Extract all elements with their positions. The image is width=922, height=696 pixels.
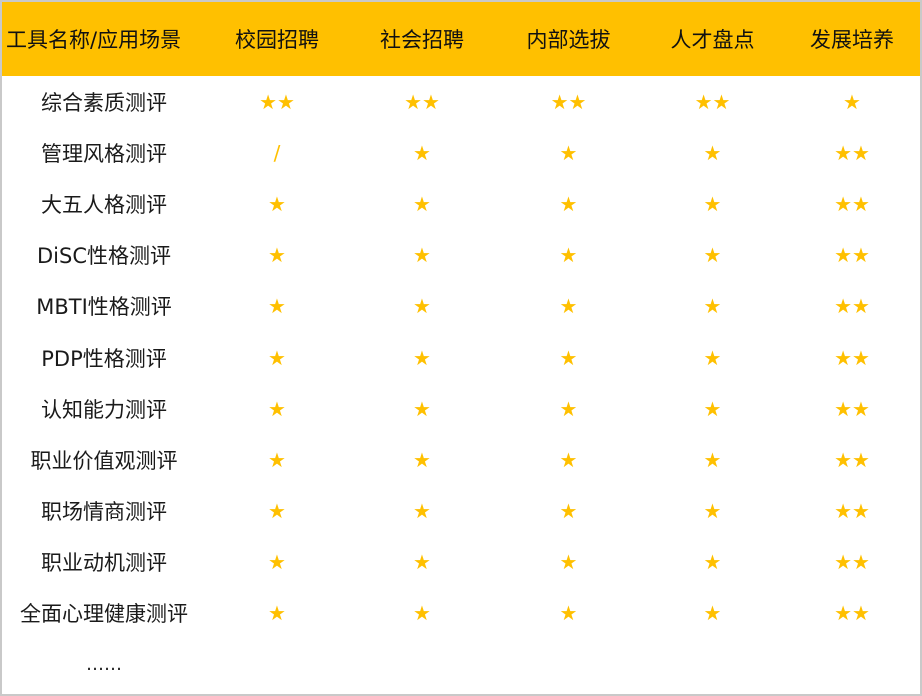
header-social-recruiting: 社会招聘: [380, 28, 464, 52]
rating-internal: ★: [559, 191, 578, 216]
table-header: 工具名称/应用场景 校园招聘 社会招聘 内部选拔 人才盘点 发展培养: [2, 2, 920, 76]
table-row: 大五人格测评 ★ ★ ★ ★ ★★: [2, 178, 920, 229]
rating-talent-review: ★: [703, 601, 722, 626]
table-body: 综合素质测评 ★★ ★★ ★★ ★★ ★ 管理风格测评 / ★ ★ ★ ★★ 大…: [2, 76, 920, 690]
rating-internal: ★: [559, 243, 578, 268]
rating-internal: ★: [559, 550, 578, 575]
tool-name: 职业价值观测评: [30, 448, 178, 473]
tool-name: 全面心理健康测评: [20, 602, 188, 627]
header-talent-review: 人才盘点: [670, 28, 755, 52]
table-row: 认知能力测评 ★ ★ ★ ★ ★★: [2, 383, 920, 434]
rating-talent-review: ★: [703, 550, 722, 575]
rating-social: ★: [413, 191, 431, 216]
rating-talent-review: ★: [703, 345, 722, 370]
table-row: PDP性格测评 ★ ★ ★ ★ ★★: [2, 332, 920, 383]
rating-talent-review: ★: [703, 140, 722, 165]
rating-development: ★★: [834, 140, 870, 165]
rating-internal: ★: [559, 601, 578, 626]
rating-talent-review: ★: [703, 396, 722, 421]
table-row: 职业价值观测评 ★ ★ ★ ★ ★★: [2, 434, 920, 485]
rating-development: ★★: [834, 447, 870, 472]
more-ellipsis: ……: [86, 654, 122, 676]
rating-social: ★: [413, 550, 431, 575]
rating-talent-review: ★: [703, 499, 722, 524]
rating-internal: ★: [559, 294, 578, 319]
rating-social: ★: [413, 499, 431, 524]
rating-development: ★★: [834, 294, 870, 319]
tool-name: 认知能力测评: [41, 397, 167, 422]
rating-social: ★: [413, 140, 431, 165]
rating-campus: ★: [268, 191, 286, 216]
tool-name: 大五人格测评: [41, 192, 167, 217]
rating-campus: ★: [268, 447, 286, 472]
rating-campus: ★: [268, 345, 286, 370]
assessment-table-frame: 工具名称/应用场景 校园招聘 社会招聘 内部选拔 人才盘点 发展培养 综合素质测…: [0, 0, 922, 696]
rating-social: ★: [413, 447, 431, 472]
rating-campus: ★: [268, 396, 286, 421]
rating-internal: ★: [559, 499, 578, 524]
rating-internal: ★: [559, 396, 578, 421]
tool-name: PDP性格测评: [41, 346, 167, 371]
header-tool-scenario: 工具名称/应用场景: [6, 28, 182, 52]
tool-name: DiSC性格测评: [37, 244, 171, 269]
rating-campus: /: [273, 140, 281, 165]
table-row: 综合素质测评 ★★ ★★ ★★ ★★ ★: [2, 76, 920, 127]
rating-development: ★★: [834, 396, 870, 421]
rating-internal: ★: [559, 345, 578, 370]
table-row: DiSC性格测评 ★ ★ ★ ★ ★★: [2, 230, 920, 281]
header-campus-recruiting: 校园招聘: [235, 28, 319, 52]
rating-development: ★★: [834, 191, 870, 216]
rating-campus: ★: [268, 243, 286, 268]
rating-talent-review: ★: [703, 294, 722, 319]
rating-talent-review: ★★: [694, 89, 731, 114]
table-row: 管理风格测评 / ★ ★ ★ ★★: [2, 127, 920, 178]
rating-talent-review: ★: [703, 243, 722, 268]
rating-campus: ★: [268, 601, 286, 626]
rating-talent-review: ★: [703, 447, 722, 472]
rating-talent-review: ★: [703, 191, 722, 216]
rating-development: ★★: [834, 345, 870, 370]
rating-social: ★: [413, 294, 431, 319]
tool-name: 管理风格测评: [41, 141, 167, 166]
rating-internal: ★: [559, 447, 578, 472]
header-development-training: 发展培养: [810, 28, 894, 52]
rating-social: ★: [413, 345, 431, 370]
more-row: ……: [2, 639, 920, 690]
rating-campus: ★: [268, 499, 286, 524]
rating-campus: ★: [268, 550, 286, 575]
rating-internal: ★: [559, 140, 578, 165]
tool-name: 综合素质测评: [41, 90, 167, 115]
rating-social: ★★: [404, 89, 440, 114]
rating-development: ★: [843, 89, 861, 114]
tool-name: MBTI性格测评: [36, 295, 172, 320]
rating-development: ★★: [834, 243, 870, 268]
table-row: 职场情商测评 ★ ★ ★ ★ ★★: [2, 486, 920, 537]
header-row: 工具名称/应用场景 校园招聘 社会招聘 内部选拔 人才盘点 发展培养: [2, 2, 920, 76]
table-row: 职业动机测评 ★ ★ ★ ★ ★★: [2, 537, 920, 588]
rating-campus: ★: [268, 294, 286, 319]
header-internal-selection: 内部选拔: [526, 28, 611, 52]
assessment-scenario-table: 工具名称/应用场景 校园招聘 社会招聘 内部选拔 人才盘点 发展培养 综合素质测…: [2, 2, 920, 690]
rating-development: ★★: [834, 499, 870, 524]
rating-development: ★★: [834, 550, 870, 575]
tool-name: 职场情商测评: [41, 500, 167, 525]
rating-social: ★: [413, 243, 431, 268]
rating-internal: ★★: [550, 89, 587, 114]
tool-name: 职业动机测评: [41, 551, 167, 576]
rating-campus: ★★: [259, 89, 295, 114]
rating-development: ★★: [834, 601, 870, 626]
table-row: MBTI性格测评 ★ ★ ★ ★ ★★: [2, 281, 920, 332]
rating-social: ★: [413, 601, 431, 626]
rating-social: ★: [413, 396, 431, 421]
table-row: 全面心理健康测评 ★ ★ ★ ★ ★★: [2, 588, 920, 639]
